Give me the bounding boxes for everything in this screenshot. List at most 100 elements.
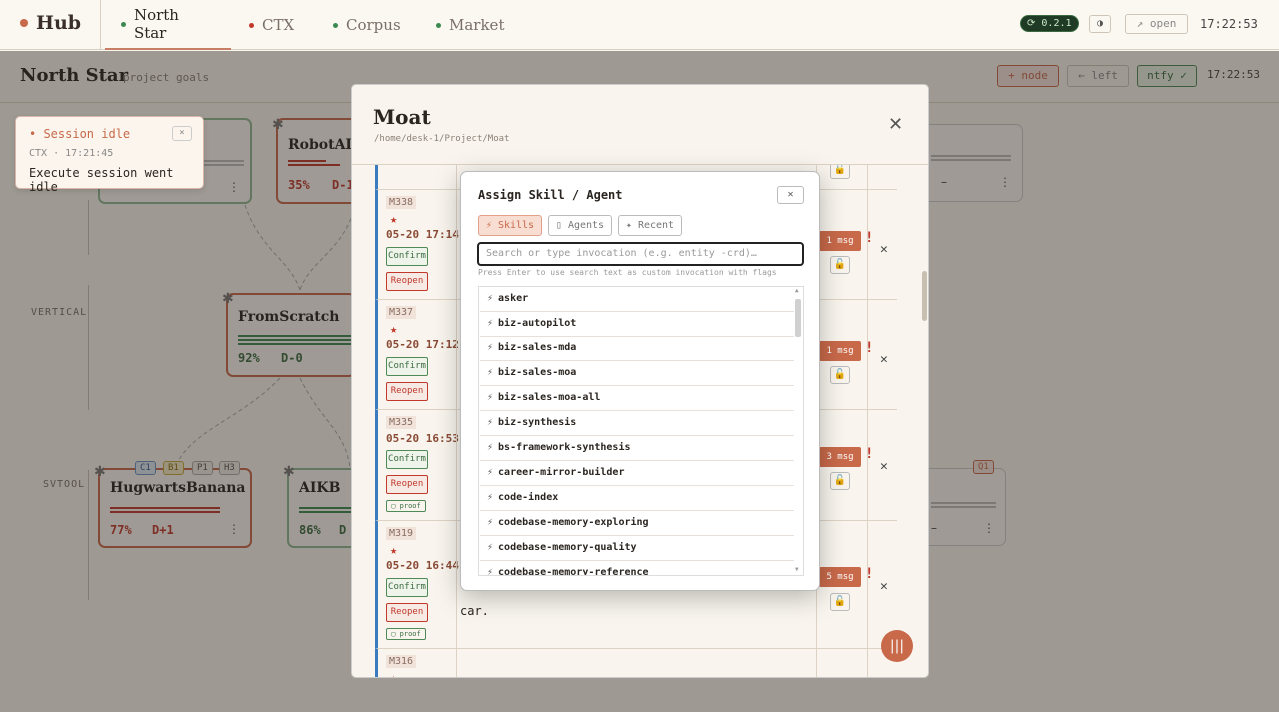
tab-skills[interactable]: ⚡ Skills [478,215,542,236]
unlock-icon[interactable]: 🔓 [830,165,850,179]
bolt-icon: ⚡ [487,392,494,403]
divider [867,649,868,677]
skill-name: career-mirror-builder [498,467,625,478]
list-item[interactable]: ⚡ biz-sales-mda [480,336,794,361]
list-item[interactable]: ⚡ biz-sales-moa-all [480,386,794,411]
milestone-id: M316 [386,655,417,668]
star-icon[interactable]: ★ [390,212,397,226]
skill-name: biz-sales-moa [498,367,577,378]
table-row[interactable]: M316 ★ [375,649,897,677]
tab-recent[interactable]: ✦ Recent [618,215,682,236]
tab-agents[interactable]: ▯ Agents [548,215,612,236]
activity-button[interactable]: ||| [881,630,913,662]
list-item[interactable]: ⚡ biz-sales-moa [480,361,794,386]
remove-icon[interactable]: ✕ [880,242,888,257]
reopen-button[interactable]: Reopen [386,382,428,401]
moat-title: Moat [373,105,431,129]
moat-close-icon[interactable]: ✕ [888,114,903,135]
scrollbar[interactable] [922,271,927,321]
milestone-date: 05-20 17:14 [386,228,459,241]
star-icon[interactable]: ★ [390,543,397,557]
message-count-badge[interactable]: 3 msg [819,447,861,467]
milestone-id: M338 [386,196,417,209]
skill-list: ⚡ asker ⚡ biz-autopilot ⚡ biz-sales-mda ⚡ bi… [478,286,804,576]
message-count-badge[interactable]: 1 msg [819,231,861,251]
remove-icon[interactable]: ✕ [880,579,888,594]
list-item[interactable]: ⚡ codebase-memory-exploring [480,511,794,536]
skill-name: codebase-memory-reference [498,567,649,576]
toast-close-button[interactable]: × [172,126,192,141]
reopen-button[interactable]: Reopen [386,272,428,291]
list-item[interactable]: ⚡ codebase-memory-quality [480,536,794,561]
divider [456,521,457,649]
reopen-button[interactable]: Reopen [386,603,428,622]
list-item[interactable]: ⚡ biz-synthesis [480,411,794,436]
list-item[interactable]: ⚡ bs-framework-synthesis [480,436,794,461]
bolt-icon: ⚡ [487,517,494,528]
message-count-badge[interactable]: 1 msg [819,341,861,361]
confirm-button[interactable]: Confirm [386,450,428,469]
confirm-button[interactable]: Confirm [386,578,428,597]
divider [816,649,817,677]
list-item[interactable]: ⚡ biz-autopilot [480,312,794,337]
divider [456,300,457,410]
milestone-date: 05-20 16:53 [386,432,459,445]
skill-search-input[interactable]: Search or type invocation (e.g. entity -… [477,242,804,266]
proof-badge[interactable]: ▢ proof [386,500,426,512]
scrollbar[interactable] [795,299,801,337]
remove-icon[interactable]: ✕ [880,459,888,474]
bolt-icon: ⚡ [487,367,494,378]
bolt-icon: ⚡ [487,442,494,453]
scroll-up-icon[interactable]: ▲ [795,287,799,294]
search-hint: Press Enter to use search text as custom… [478,268,777,277]
remove-icon[interactable]: ✕ [880,352,888,367]
star-icon[interactable]: ★ [390,322,397,336]
toast-title: • Session idle [29,127,131,141]
skill-name: asker [498,293,529,304]
confirm-button[interactable]: Confirm [386,357,428,376]
divider [456,190,457,300]
dialog-title: Assign Skill / Agent [478,188,623,202]
skill-name: codebase-memory-exploring [498,517,649,528]
milestone-date: 05-20 16:44 [386,559,459,572]
dialog-close-button[interactable]: ✕ [777,186,804,204]
skill-name: codebase-memory-quality [498,542,637,553]
bolt-icon: ⚡ [487,293,494,304]
unlock-icon[interactable]: 🔓 [830,256,850,274]
skill-name: bs-framework-synthesis [498,442,631,453]
bolt-icon: ⚡ [487,417,494,428]
skill-name: biz-synthesis [498,417,577,428]
bolt-icon: ⚡ [487,318,494,329]
star-icon[interactable]: ★ [390,671,397,677]
list-item[interactable]: ⚡ codebase-memory-reference [480,561,794,576]
scroll-down-icon[interactable]: ▼ [795,566,799,573]
reopen-button[interactable]: Reopen [386,475,428,494]
divider [867,165,868,190]
message-count-badge[interactable]: 5 msg [819,567,861,587]
skill-name: biz-sales-mda [498,342,577,353]
confirm-button[interactable]: Confirm [386,247,428,266]
unlock-icon[interactable]: 🔓 [830,593,850,611]
toast-meta: CTX · 17:21:45 [29,148,114,159]
milestone-id: M319 [386,527,417,540]
milestone-text: car. [460,604,489,618]
milestone-id: M335 [386,416,417,429]
skill-name: code-index [498,492,559,503]
milestone-date: 05-20 17:12 [386,338,459,351]
list-item[interactable]: ⚡ career-mirror-builder [480,461,794,486]
list-item[interactable]: ⚡ asker [480,287,794,312]
list-item[interactable]: ⚡ code-index [480,486,794,511]
milestone-id: M337 [386,306,417,319]
notification-toast[interactable]: • Session idle × CTX · 17:21:45 Execute … [15,116,204,194]
divider [867,300,868,410]
proof-badge[interactable]: ▢ proof [386,628,426,640]
skill-name: biz-autopilot [498,318,577,329]
unlock-icon[interactable]: 🔓 [830,472,850,490]
skill-name: biz-sales-moa-all [498,392,601,403]
divider [456,649,457,677]
divider [867,410,868,521]
toast-message: Execute session went idle [29,166,174,194]
assign-skill-dialog: Assign Skill / Agent ✕ ⚡ Skills ▯ Agents… [460,171,820,591]
unlock-icon[interactable]: 🔓 [830,366,850,384]
bolt-icon: ⚡ [487,467,494,478]
